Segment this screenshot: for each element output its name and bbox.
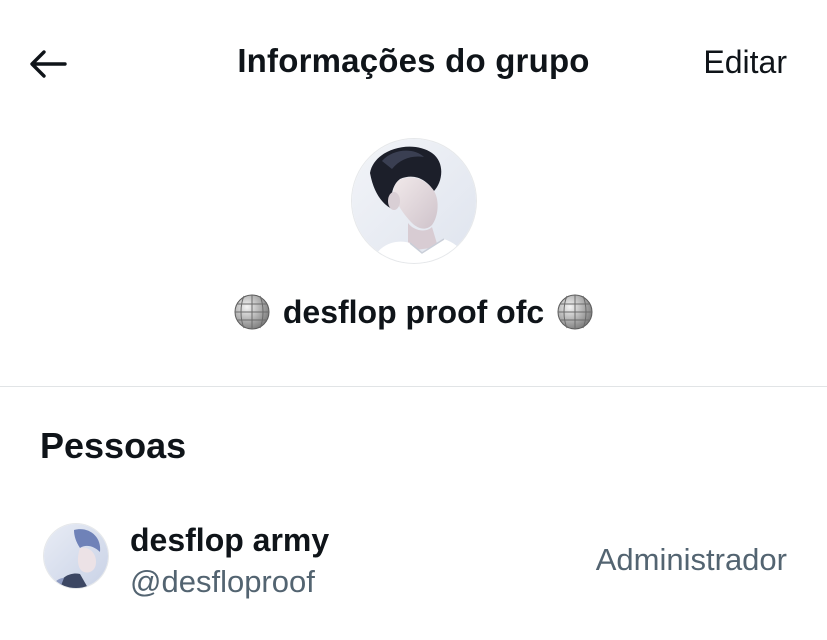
edit-button[interactable]: Editar <box>703 44 787 81</box>
mirror-ball-icon <box>557 294 593 330</box>
member-photo <box>44 524 108 588</box>
member-row[interactable]: desflop army @desfloproof Administrador <box>0 508 827 612</box>
group-avatar[interactable] <box>352 139 476 263</box>
member-handle: @desfloproof <box>130 564 315 599</box>
member-display-name: desflop army <box>130 522 330 558</box>
group-info-page: Informações do grupo Editar desflop proo… <box>0 0 827 640</box>
group-photo <box>352 139 476 263</box>
group-name-row: desflop proof ofc <box>0 293 827 331</box>
member-role-badge: Administrador <box>595 542 787 577</box>
header-bar: Informações do grupo Editar <box>0 0 827 128</box>
group-name: desflop proof ofc <box>282 293 545 330</box>
mirror-ball-icon <box>234 294 270 330</box>
section-divider <box>0 386 827 387</box>
people-section-title: Pessoas <box>40 425 187 466</box>
avatar[interactable] <box>44 524 108 588</box>
